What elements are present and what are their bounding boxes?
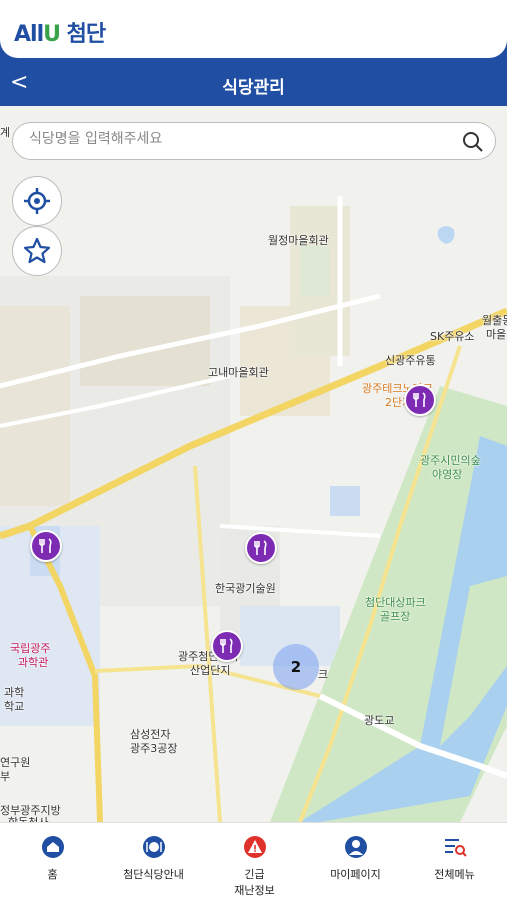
map-label: 합동청사 — [8, 814, 48, 822]
restaurant-pin[interactable] — [211, 630, 243, 662]
map-label: 과학관 — [18, 656, 49, 669]
search-input[interactable] — [27, 130, 451, 148]
nav-home-label: 홈 — [47, 868, 58, 881]
bottom-nav: 홈 첨단식당안내 긴급 재난정보 마이페이지 전체메뉴 — [0, 822, 507, 901]
map-view[interactable]: 계 월정마을회관 고내마을회관 SK주유소 신광주유통 광주테크노파크 2단지 … — [0, 106, 507, 822]
logo-u: U — [43, 22, 61, 47]
home-icon — [41, 836, 64, 858]
map-label: 월정마을회관 — [268, 234, 329, 247]
map-label: SK주유소 — [430, 330, 475, 343]
map-label: 부 — [0, 770, 11, 783]
map-label: 야영장 — [432, 468, 463, 481]
logo-area: AllU 첨단 — [0, 0, 507, 58]
nav-emergency-label-2: 재난정보 — [234, 884, 275, 897]
nav-guide-label: 첨단식당안내 — [123, 868, 184, 881]
map-label: 학교 — [4, 700, 25, 713]
utensils-icon — [39, 538, 52, 553]
utensils-icon — [220, 638, 233, 653]
nav-emergency-label-1: 긴급 — [244, 868, 265, 881]
restaurant-pin[interactable] — [404, 384, 436, 416]
current-location-button[interactable] — [12, 176, 62, 226]
page-title: 식당관리 — [222, 78, 285, 98]
nav-emergency[interactable]: 긴급 재난정보 — [204, 835, 305, 898]
nav-home[interactable]: 홈 — [2, 835, 103, 882]
nav-restaurant-guide[interactable]: 첨단식당안내 — [103, 835, 204, 882]
map-label: 마을 — [486, 328, 507, 341]
search-bar[interactable] — [12, 122, 496, 160]
utensils-icon — [413, 392, 426, 407]
map-label: 산업단지 — [190, 664, 231, 677]
dish-icon — [142, 836, 165, 858]
marker-cluster[interactable]: 2 — [273, 644, 319, 690]
map-label: 골프장 — [380, 610, 411, 623]
user-icon — [344, 836, 367, 858]
logo-suffix: 첨단 — [59, 22, 106, 47]
map-label: 크 — [318, 668, 329, 681]
nav-mypage[interactable]: 마이페이지 — [305, 835, 406, 882]
menu-search-icon — [444, 839, 467, 857]
favorites-button[interactable] — [12, 226, 62, 276]
restaurant-pin[interactable] — [245, 532, 277, 564]
utensils-icon — [254, 540, 267, 555]
map-label: 계 — [0, 126, 11, 139]
restaurant-pin[interactable] — [30, 530, 62, 562]
map-label: 한국광기술원 — [215, 582, 276, 595]
alert-icon — [243, 836, 266, 858]
crosshair-icon — [24, 188, 50, 214]
map-label: 고내마을회관 — [208, 366, 269, 379]
nav-menu-label: 전체메뉴 — [434, 868, 475, 881]
star-icon — [23, 237, 51, 264]
map-label: 광도교 — [364, 714, 395, 727]
app-logo[interactable]: AllU 첨단 — [14, 16, 106, 48]
search-icon[interactable] — [461, 130, 485, 154]
map-label: 광주3공장 — [130, 742, 178, 755]
logo-prefix: All — [14, 22, 44, 47]
nav-mypage-label: 마이페이지 — [330, 868, 381, 881]
header: < 식당관리 — [0, 62, 507, 106]
nav-all-menu[interactable]: 전체메뉴 — [404, 835, 505, 882]
map-label: 신광주유통 — [385, 354, 436, 367]
